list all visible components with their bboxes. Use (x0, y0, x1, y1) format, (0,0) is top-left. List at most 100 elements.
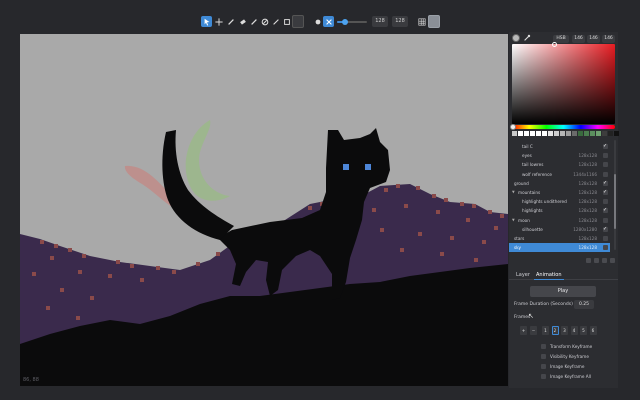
dither-pixel (500, 214, 504, 218)
tab-animation[interactable]: Animation (534, 271, 564, 280)
palette-swatch[interactable] (518, 131, 523, 136)
tab-layer[interactable]: Layer (514, 271, 532, 279)
layer-visibility-checkbox[interactable] (603, 236, 608, 241)
palette-swatch[interactable] (512, 131, 517, 136)
palette-swatch[interactable] (602, 131, 607, 136)
layer-visibility-checkbox[interactable] (603, 188, 608, 197)
layer-row[interactable]: ▼ mountains 128x128 (509, 188, 610, 197)
palette-swatch[interactable] (584, 131, 589, 136)
saturation-brightness-picker[interactable] (512, 44, 615, 124)
palette-swatch[interactable] (548, 131, 553, 136)
layer-visibility-checkbox[interactable] (603, 162, 608, 168)
expand-group-icon[interactable]: ▼ (512, 216, 515, 225)
palette-swatch[interactable] (524, 131, 529, 136)
palette-swatch[interactable] (536, 131, 541, 136)
move-tool-icon[interactable] (213, 16, 224, 27)
background-color-swatch[interactable] (428, 15, 440, 28)
previous-frame-button[interactable]: + (520, 326, 527, 335)
layer-row[interactable]: stars 128x128 (509, 234, 610, 243)
brush-shape-circle-icon[interactable] (312, 16, 323, 27)
delete-layer-icon[interactable] (602, 258, 607, 263)
keyframe-checkbox[interactable] (541, 354, 546, 359)
layer-row[interactable]: tail C (509, 142, 610, 151)
layer-row[interactable]: wolf reference 1344x1166 (509, 170, 610, 179)
palette-swatch[interactable] (542, 131, 547, 136)
color-picker-knob[interactable] (552, 42, 557, 47)
panel-tabs: Layer Animation (509, 269, 618, 280)
hue-field[interactable]: 146 (572, 35, 585, 43)
brush-tool-icon[interactable] (248, 16, 259, 27)
palette-swatch[interactable] (566, 131, 571, 136)
frame-button[interactable]: 4 (570, 326, 578, 335)
palette-swatch[interactable] (530, 131, 535, 136)
palette-swatch[interactable] (554, 131, 559, 136)
canvas-width-field[interactable]: 128 (372, 16, 388, 27)
grid-icon[interactable] (416, 16, 427, 27)
layer-visibility-checkbox[interactable] (603, 179, 608, 188)
current-color-swatch[interactable] (292, 15, 304, 28)
play-button[interactable]: Play (530, 286, 596, 297)
add-layer-icon[interactable] (586, 258, 591, 263)
keyframe-checkbox[interactable] (541, 364, 546, 369)
layer-row[interactable]: ground 128x128 (509, 179, 610, 188)
fill-tool-icon[interactable] (259, 16, 270, 27)
layer-row[interactable]: eyes 128x128 (509, 151, 610, 160)
dither-pixel (450, 236, 454, 240)
layer-visibility-checkbox[interactable] (603, 225, 608, 234)
pencil-tool-icon[interactable] (225, 16, 236, 27)
layer-row[interactable]: ▼ moon 128x128 (509, 216, 610, 225)
frame-button[interactable]: 1 (542, 326, 549, 335)
canvas-height-field[interactable]: 128 (392, 16, 408, 27)
frame-button[interactable]: 6 (589, 326, 597, 335)
palette-swatch[interactable] (608, 131, 613, 136)
frame-button[interactable]: 2 (551, 326, 559, 335)
expand-group-icon[interactable]: ▼ (512, 188, 515, 197)
color-preview-icon[interactable] (512, 34, 520, 42)
layer-visibility-checkbox[interactable] (603, 171, 608, 177)
layer-row[interactable]: highlights undithered 128x128 (509, 197, 610, 206)
layer-visibility-checkbox[interactable] (603, 142, 608, 151)
drawing-canvas[interactable]: 86, 88 (20, 34, 508, 386)
dither-pixel (308, 206, 312, 210)
layer-name: tail C (522, 144, 533, 149)
dither-pixel (82, 254, 86, 258)
dither-pixel (482, 240, 486, 244)
layer-menu-icon[interactable] (610, 258, 615, 263)
rectangle-tool-icon[interactable] (281, 16, 292, 27)
layer-row[interactable]: silhouette 1280x1280 (509, 225, 610, 234)
hue-slider[interactable] (512, 125, 615, 129)
brush-size-slider-knob[interactable] (341, 19, 348, 25)
eraser-tool-icon[interactable] (237, 16, 248, 27)
saturation-field[interactable]: 146 (587, 35, 600, 43)
palette-swatch[interactable] (596, 131, 601, 136)
layer-visibility-checkbox[interactable] (603, 206, 608, 215)
palette-swatch[interactable] (614, 131, 619, 136)
eyedropper-icon[interactable] (523, 34, 531, 42)
layer-row[interactable]: highlights 128x128 (509, 206, 610, 215)
keyframe-checkbox[interactable] (541, 344, 546, 349)
brightness-field[interactable]: 146 (602, 35, 615, 43)
frame-duration-input[interactable]: 0.25 (574, 300, 594, 309)
frame-button[interactable]: 3 (561, 326, 568, 335)
palette-swatch[interactable] (578, 131, 583, 136)
frame-button[interactable]: 5 (580, 326, 587, 335)
palette-swatch[interactable] (590, 131, 595, 136)
hue-slider-knob[interactable] (510, 124, 516, 130)
layer-row[interactable]: sky 128x128 (509, 243, 610, 253)
keyframe-checkbox[interactable] (541, 374, 546, 379)
layer-visibility-checkbox[interactable] (603, 199, 608, 205)
layer-visibility-checkbox[interactable] (603, 217, 608, 223)
layers-scrollbar-thumb[interactable] (614, 174, 616, 229)
transform-tool-icon[interactable] (323, 16, 334, 27)
remove-frame-button[interactable]: − (530, 326, 537, 335)
palette-swatch[interactable] (560, 131, 565, 136)
palette-swatch[interactable] (572, 131, 577, 136)
line-tool-icon[interactable] (270, 16, 281, 27)
layer-visibility-checkbox[interactable] (603, 153, 608, 159)
duplicate-layer-icon[interactable] (594, 258, 599, 263)
layer-row[interactable]: tail lowres 128x128 (509, 160, 610, 169)
layer-visibility-checkbox[interactable] (603, 245, 608, 251)
brush-size-slider[interactable] (337, 19, 367, 25)
select-tool-icon[interactable] (201, 16, 212, 27)
dither-pixel (172, 270, 176, 274)
